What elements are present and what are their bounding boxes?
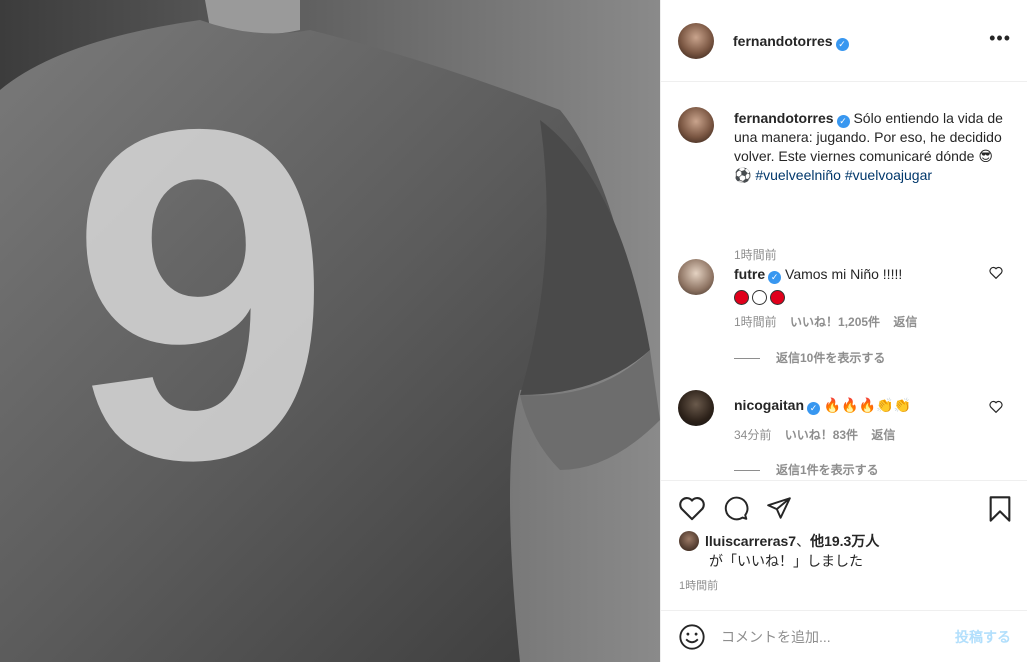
comment-likes[interactable]: いいね！83件	[785, 428, 858, 442]
comment-text: futre ✓ Vamos mi Niño !!!!!	[734, 263, 984, 307]
verified-badge-icon: ✓	[835, 38, 849, 51]
reply-link[interactable]: 返信	[893, 315, 917, 329]
add-comment-bar: 投稿する	[661, 610, 1027, 662]
liked-by-summary: lluiscarreras7、他19.3万人 が「いいね！」しました	[679, 531, 879, 571]
caption-text: fernandotorres ✓ Sólo entiendo la vida de…	[734, 109, 1004, 185]
comment-likes[interactable]: いいね！1,205件	[790, 315, 880, 329]
verified-badge-icon: ✓	[836, 115, 850, 128]
commenter-username[interactable]: futre	[734, 266, 765, 282]
reply-link[interactable]: 返信	[871, 428, 895, 442]
post-header: fernandotorres ✓ •••	[661, 0, 1027, 82]
commenter-username[interactable]: nicogaitan	[734, 397, 804, 413]
comment-timestamp[interactable]: 1時間前	[734, 315, 777, 329]
liker-avatar[interactable]	[679, 531, 699, 551]
caption-timestamp[interactable]: 1時間前	[734, 246, 777, 263]
share-icon[interactable]	[765, 495, 793, 521]
post-actions: lluiscarreras7、他19.3万人 が「いいね！」しました 1時間前	[661, 480, 1027, 610]
comment-timestamp[interactable]: 34分前	[734, 428, 771, 442]
caption-username[interactable]: fernandotorres	[734, 110, 834, 126]
replies-line-divider	[734, 470, 760, 472]
caption-avatar[interactable]	[678, 107, 714, 143]
jersey-number: 9	[70, 32, 331, 557]
heart-icon[interactable]	[678, 495, 706, 521]
liked-by-separator: 、	[796, 533, 811, 549]
author-username-text[interactable]: fernandotorres	[733, 33, 833, 49]
like-comment-heart-icon[interactable]	[989, 266, 1003, 279]
view-replies-link[interactable]: 返信1件を表示する	[734, 461, 879, 478]
comment-meta: 34分前 いいね！83件 返信	[734, 426, 905, 443]
comment-icon[interactable]	[722, 495, 750, 521]
comment-body: 🔥🔥🔥👏👏	[823, 397, 912, 413]
more-options-icon[interactable]: •••	[989, 29, 1011, 47]
liked-by-line: lluiscarreras7、他19.3万人	[679, 531, 879, 551]
bookmark-icon[interactable]	[987, 495, 1013, 523]
like-comment-heart-icon[interactable]	[989, 400, 1003, 413]
red-circle-emoji-icon	[770, 289, 785, 305]
post-side-panel: fernandotorres ✓ ••• fernandotorres ✓ Sólo…	[660, 0, 1027, 662]
hashtag-link[interactable]: #vuelveelniño	[755, 167, 841, 183]
verified-badge-icon: ✓	[807, 402, 821, 415]
comment-body: Vamos mi Niño !!!!!	[785, 266, 903, 282]
liker-username[interactable]: lluiscarreras7	[705, 533, 796, 549]
post-photo[interactable]: 9	[0, 0, 660, 662]
replies-line-divider	[734, 358, 760, 360]
verified-badge-icon: ✓	[768, 271, 782, 284]
comments-section[interactable]: fernandotorres ✓ Sólo entiendo la vida de…	[661, 82, 1027, 480]
view-replies-link[interactable]: 返信10件を表示する	[734, 349, 885, 366]
white-circle-emoji-icon	[752, 289, 767, 305]
liked-by-others-link[interactable]: 他19.3万人	[810, 533, 879, 549]
commenter-avatar[interactable]	[678, 390, 714, 426]
comment-input[interactable]	[721, 625, 941, 649]
view-replies-label[interactable]: 返信1件を表示する	[776, 463, 879, 477]
post-timestamp[interactable]: 1時間前	[679, 577, 718, 593]
comment-text: nicogaitan ✓ 🔥🔥🔥👏👏	[734, 394, 984, 416]
red-circle-emoji-icon	[734, 289, 749, 305]
comment-meta: 1時間前 いいね！1,205件 返信	[734, 313, 927, 330]
commenter-avatar[interactable]	[678, 259, 714, 295]
hashtag-link[interactable]: #vuelvoajugar	[845, 167, 932, 183]
author-avatar[interactable]	[678, 23, 714, 59]
view-replies-label[interactable]: 返信10件を表示する	[776, 351, 885, 365]
liked-by-suffix: が「いいね！」しました	[709, 553, 863, 569]
emoji-smiley-icon[interactable]	[678, 623, 706, 651]
instagram-post: 9 fernandotorres ✓ ••• fernandotorres ✓ Só…	[0, 0, 1027, 662]
post-comment-button[interactable]: 投稿する	[955, 627, 1011, 647]
author-username[interactable]: fernandotorres ✓	[733, 33, 849, 51]
